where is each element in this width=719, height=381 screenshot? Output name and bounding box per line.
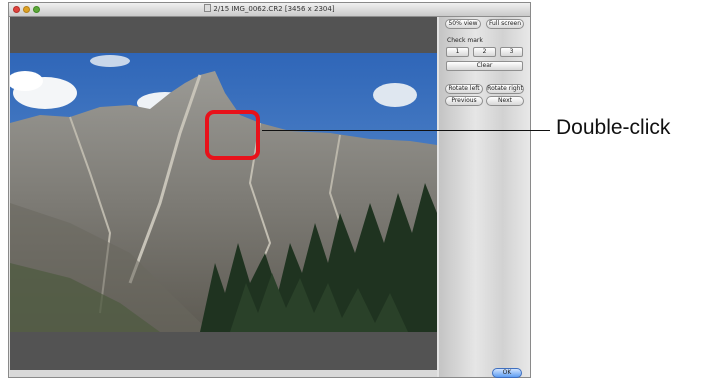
check-mark-2-button[interactable]: 2 xyxy=(473,47,496,57)
50-percent-view-button[interactable]: 50% view xyxy=(445,19,481,29)
clear-button[interactable]: Clear xyxy=(446,61,523,71)
title-bar[interactable]: 2/15 IMG_0062.CR2 [3456 x 2304] xyxy=(9,3,530,17)
window-title: 2/15 IMG_0062.CR2 [3456 x 2304] xyxy=(9,4,530,13)
control-sidebar: 50% view Full screen Check mark 1 2 3 Cl… xyxy=(439,17,530,378)
document-icon xyxy=(204,4,212,12)
image-preview-area[interactable] xyxy=(10,17,437,370)
callout-leader-line xyxy=(262,130,550,131)
photo-preview[interactable] xyxy=(10,53,437,332)
image-viewer-window: 2/15 IMG_0062.CR2 [3456 x 2304] 50% view… xyxy=(8,2,531,378)
check-mark-3-button[interactable]: 3 xyxy=(500,47,523,57)
next-button[interactable]: Next xyxy=(486,96,524,106)
full-screen-button[interactable]: Full screen xyxy=(486,19,524,29)
ok-button[interactable]: OK xyxy=(492,368,522,378)
double-click-callout: Double-click xyxy=(556,116,671,139)
rotate-right-button[interactable]: Rotate right xyxy=(486,84,524,94)
window-title-text: 2/15 IMG_0062.CR2 [3456 x 2304] xyxy=(213,5,335,13)
rotate-left-button[interactable]: Rotate left xyxy=(445,84,483,94)
bottom-strip xyxy=(10,370,437,377)
check-mark-1-button[interactable]: 1 xyxy=(446,47,469,57)
double-click-highlight xyxy=(205,110,260,160)
check-mark-label: Check mark xyxy=(447,37,483,44)
mountain-photo xyxy=(10,53,437,332)
previous-button[interactable]: Previous xyxy=(445,96,483,106)
